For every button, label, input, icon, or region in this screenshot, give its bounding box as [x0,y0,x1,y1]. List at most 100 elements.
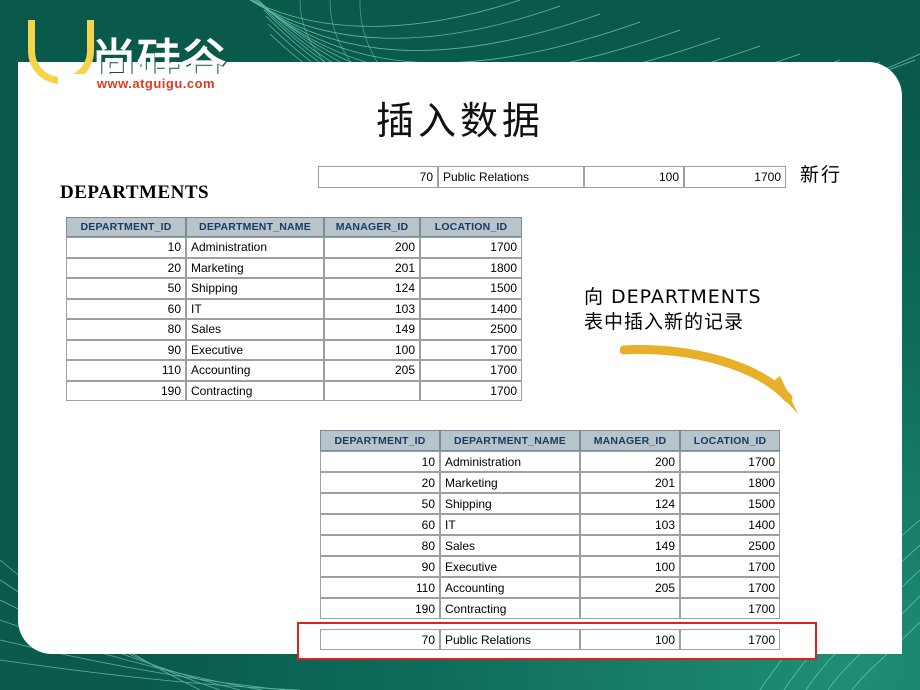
cell-department-id: 10 [320,451,440,472]
cell-department-id: 80 [320,535,440,556]
cell-location-id: 1700 [420,360,522,381]
cell-department-id: 60 [66,298,186,319]
cell-department-id: 70 [320,629,440,650]
cell-department-id: 190 [320,598,440,619]
cell-location-id: 1700 [680,556,780,577]
column-header-manager-id: MANAGER_ID [324,217,420,237]
cell-department-name: Contracting [440,598,580,619]
cell-manager-id: 100 [324,339,420,360]
cell-department-name: Marketing [186,257,324,278]
cell-location-id: 2500 [420,319,522,340]
cell-department-id: 110 [320,577,440,598]
cell-department-name: Public Relations [438,166,584,188]
cell-department-name: Administration [440,451,580,472]
cell-manager-id: 100 [580,556,680,577]
departments-table-before: DEPARTMENT_ID DEPARTMENT_NAME MANAGER_ID… [66,217,522,401]
annotation-insert-line1: 向 DEPARTMENTS [584,286,762,308]
cell-department-name: IT [186,298,324,319]
cell-department-name: Shipping [186,278,324,299]
table-row: 110 Accounting 205 1700 [320,577,780,598]
cell-department-id: 60 [320,514,440,535]
cell-manager-id: 200 [580,451,680,472]
annotation-insert-record: 向 DEPARTMENTS 表中插入新的记录 [584,285,884,335]
cell-location-id: 1800 [420,257,522,278]
cell-department-id: 20 [320,472,440,493]
cell-department-id: 10 [66,237,186,258]
cell-manager-id: 149 [580,535,680,556]
cell-manager-id: 149 [324,319,420,340]
cell-location-id: 1700 [420,339,522,360]
table-row: 60 IT 103 1400 [66,298,522,319]
cell-manager-id: 100 [580,629,680,650]
inserted-row-table: 70 Public Relations 100 1700 [320,629,780,650]
cell-manager-id [324,380,420,401]
cell-location-id: 1700 [420,237,522,258]
table-row: 190 Contracting 1700 [320,598,780,619]
table-row: 70 Public Relations 100 1700 [318,166,786,188]
cell-manager-id: 205 [580,577,680,598]
section-label-departments: DEPARTMENTS [60,182,210,203]
departments-table-before-body: 10 Administration 200 1700 20 Marketing 201 180… [66,237,522,401]
table-row: 10 Administration 200 1700 [66,237,522,258]
cell-department-name: Administration [186,237,324,258]
cell-location-id: 1700 [680,451,780,472]
cell-department-name: Executive [186,339,324,360]
cell-department-id: 90 [320,556,440,577]
gold-arrow-icon [620,345,798,414]
cell-location-id: 1700 [680,629,780,650]
cell-location-id: 1700 [680,577,780,598]
brand-logo: 尚硅谷 www.atguigu.com [22,18,254,93]
cell-manager-id: 103 [324,298,420,319]
column-header-manager-id: MANAGER_ID [580,430,680,451]
cell-location-id: 1500 [420,278,522,299]
page-title: 插入数据 [375,99,544,143]
column-header-department-name: DEPARTMENT_NAME [186,217,324,237]
new-row-preview-table: 70 Public Relations 100 1700 [318,166,786,188]
table-header-row: DEPARTMENT_ID DEPARTMENT_NAME MANAGER_ID… [320,430,780,451]
column-header-location-id: LOCATION_ID [420,217,522,237]
table-row: 50 Shipping 124 1500 [320,493,780,514]
cell-department-id: 20 [66,257,186,278]
cell-department-id: 70 [318,166,438,188]
column-header-department-name: DEPARTMENT_NAME [440,430,580,451]
cell-manager-id: 124 [580,493,680,514]
cell-manager-id: 200 [324,237,420,258]
table-row: 50 Shipping 124 1500 [66,278,522,299]
cell-department-id: 90 [66,339,186,360]
departments-table-after-body: 10 Administration 200 1700 20 Marketing 201 180… [320,451,780,619]
table-row: 190 Contracting 1700 [66,380,522,401]
cell-manager-id: 201 [324,257,420,278]
cell-department-id: 50 [320,493,440,514]
cell-manager-id: 205 [324,360,420,381]
cell-department-id: 110 [66,360,186,381]
cell-department-id: 190 [66,380,186,401]
cell-location-id: 1700 [684,166,786,188]
cell-department-name: Sales [440,535,580,556]
cell-location-id: 1500 [680,493,780,514]
table-row: 20 Marketing 201 1800 [320,472,780,493]
cell-location-id: 1800 [680,472,780,493]
table-row: 80 Sales 149 2500 [66,319,522,340]
cell-department-name: IT [440,514,580,535]
cell-manager-id [580,598,680,619]
cell-manager-id: 201 [580,472,680,493]
cell-department-name: Accounting [186,360,324,381]
cell-department-name: Sales [186,319,324,340]
table-row: 110 Accounting 205 1700 [66,360,522,381]
table-row: 20 Marketing 201 1800 [66,257,522,278]
cell-manager-id: 103 [580,514,680,535]
column-header-department-id: DEPARTMENT_ID [320,430,440,451]
cell-department-name: Marketing [440,472,580,493]
cell-location-id: 1700 [420,380,522,401]
cell-department-name: Contracting [186,380,324,401]
table-row: 10 Administration 200 1700 [320,451,780,472]
cell-department-name: Accounting [440,577,580,598]
table-row: 90 Executive 100 1700 [66,339,522,360]
column-header-location-id: LOCATION_ID [680,430,780,451]
cell-location-id: 1700 [680,598,780,619]
table-header-row: DEPARTMENT_ID DEPARTMENT_NAME MANAGER_ID… [66,217,522,237]
cell-manager-id: 124 [324,278,420,299]
cell-department-name: Shipping [440,493,580,514]
annotation-insert-line2: 表中插入新的记录 [584,311,745,333]
table-row: 90 Executive 100 1700 [320,556,780,577]
